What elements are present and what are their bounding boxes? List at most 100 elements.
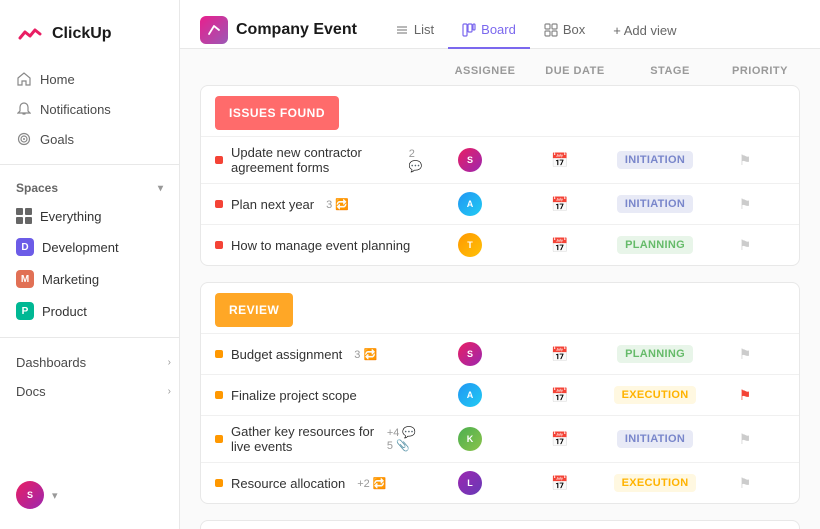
group-header-review: REVIEW — [215, 293, 293, 327]
task-name-cell: Gather key resources for live events +4 … — [215, 424, 425, 454]
status-cell: EXECUTION — [605, 386, 705, 404]
tab-board[interactable]: Board — [448, 12, 530, 49]
priority-cell: ⚑ — [705, 346, 785, 363]
sidebar-item-marketing[interactable]: M Marketing — [0, 263, 179, 295]
sidebar-development-label: Development — [42, 240, 119, 255]
view-tabs: List Board Box + Add view — [381, 12, 691, 48]
task-priority-dot — [215, 391, 223, 399]
task-avatar: K — [458, 427, 482, 451]
group-review: REVIEW Budget assignment 3 🔁 S 📅 PLANNIN… — [200, 282, 800, 504]
col-header-stage: STAGE — [620, 65, 720, 77]
flag-icon: ⚑ — [739, 431, 752, 448]
status-cell: PLANNING — [605, 345, 705, 363]
spaces-label: Spaces — [16, 181, 58, 195]
status-cell: INITIATION — [605, 195, 705, 213]
sidebar-item-notifications[interactable]: Notifications — [8, 94, 171, 124]
calendar-icon: 📅 — [551, 152, 568, 169]
task-name: Plan next year — [231, 197, 314, 212]
sidebar-item-everything[interactable]: Everything — [0, 201, 179, 231]
task-avatar: L — [458, 471, 482, 495]
task-priority-dot — [215, 241, 223, 249]
status-cell: EXECUTION — [605, 474, 705, 492]
task-name: How to manage event planning — [231, 238, 410, 253]
tab-board-label: Board — [481, 22, 516, 37]
avatar[interactable]: S — [16, 481, 44, 509]
task-name-cell: Plan next year 3 🔁 — [215, 197, 425, 212]
task-priority-dot — [215, 200, 223, 208]
assignee-cell: K — [425, 427, 515, 451]
loop-count: 3 🔁 — [354, 348, 377, 361]
chevron-down-icon: ▾ — [158, 183, 163, 194]
table-row: Budget assignment 3 🔁 S 📅 PLANNING ⚑ — [201, 333, 799, 374]
grid-icon — [16, 208, 32, 224]
due-date-cell: 📅 — [515, 237, 605, 254]
group-ready: READY New contractor agreement R 📅 INITI… — [200, 520, 800, 529]
target-icon — [16, 131, 32, 147]
priority-cell: ⚑ — [705, 475, 785, 492]
task-name: Finalize project scope — [231, 388, 357, 403]
table-row: Plan next year 3 🔁 A 📅 INITIATION ⚑ — [201, 183, 799, 224]
sidebar-item-product[interactable]: P Product — [0, 295, 179, 327]
task-avatar: S — [458, 148, 482, 172]
board-content: ASSIGNEE DUE DATE STAGE PRIORITY ISSUES … — [180, 49, 820, 529]
task-name: Budget assignment — [231, 347, 342, 362]
project-title: Company Event — [236, 21, 357, 39]
task-name: Gather key resources for live events — [231, 424, 375, 454]
table-row: How to manage event planning T 📅 PLANNIN… — [201, 224, 799, 265]
task-name-cell: Resource allocation +2 🔁 — [215, 476, 425, 491]
assignee-cell: S — [425, 342, 515, 366]
tab-box[interactable]: Box — [530, 12, 599, 49]
sidebar-goals-label: Goals — [40, 132, 74, 147]
status-badge: EXECUTION — [614, 474, 697, 492]
col-header-due-date: DUE DATE — [530, 65, 620, 77]
extra-count: +4 💬 5 📎 — [387, 426, 425, 452]
task-name-cell: Budget assignment 3 🔁 — [215, 347, 425, 362]
sidebar-item-development[interactable]: D Development — [0, 231, 179, 263]
task-badge: +4 💬 5 📎 — [387, 426, 425, 452]
tab-list[interactable]: List — [381, 12, 448, 49]
tab-list-label: List — [414, 22, 434, 37]
status-cell: PLANNING — [605, 236, 705, 254]
sidebar-bottom: S ▾ — [0, 473, 179, 517]
assignee-cell: S — [425, 148, 515, 172]
sidebar-item-docs[interactable]: Docs › — [0, 377, 179, 406]
project-title-area: Company Event — [200, 16, 381, 44]
priority-cell: ⚑ — [705, 387, 785, 404]
assignee-cell: T — [425, 233, 515, 257]
group-header-issues: ISSUES FOUND — [215, 96, 339, 130]
table-row: Finalize project scope A 📅 EXECUTION ⚑ — [201, 374, 799, 415]
table-row: Resource allocation +2 🔁 L 📅 EXECUTION ⚑ — [201, 462, 799, 503]
calendar-icon: 📅 — [551, 237, 568, 254]
app-name: ClickUp — [52, 25, 112, 43]
sidebar-item-goals[interactable]: Goals — [8, 124, 171, 154]
add-view-button[interactable]: + Add view — [599, 13, 690, 48]
assignee-cell: L — [425, 471, 515, 495]
task-avatar: T — [458, 233, 482, 257]
calendar-icon: 📅 — [551, 196, 568, 213]
sidebar-nav: Home Notifications Goals — [0, 64, 179, 154]
task-name: Resource allocation — [231, 476, 345, 491]
priority-cell: ⚑ — [705, 196, 785, 213]
board-tab-icon — [462, 23, 476, 37]
priority-cell: ⚑ — [705, 431, 785, 448]
col-header-priority: PRIORITY — [720, 65, 800, 77]
task-badge: 3 🔁 — [326, 198, 349, 211]
flag-icon: ⚑ — [739, 346, 752, 363]
sidebar-item-home[interactable]: Home — [8, 64, 171, 94]
calendar-icon: 📅 — [551, 475, 568, 492]
sidebar-item-dashboards[interactable]: Dashboards › — [0, 348, 179, 377]
assignee-cell: A — [425, 383, 515, 407]
task-name-cell: How to manage event planning — [215, 238, 425, 253]
task-priority-dot — [215, 479, 223, 487]
sidebar-product-label: Product — [42, 304, 87, 319]
chevron-right-icon-2: › — [168, 386, 171, 397]
col-header-name — [200, 65, 440, 77]
status-cell: INITIATION — [605, 430, 705, 448]
status-cell: INITIATION — [605, 151, 705, 169]
due-date-cell: 📅 — [515, 431, 605, 448]
status-badge: PLANNING — [617, 345, 693, 363]
status-badge: INITIATION — [617, 151, 693, 169]
sidebar: ClickUp Home Notifications Goals Spaces … — [0, 0, 180, 529]
task-badge: 3 🔁 — [354, 348, 377, 361]
status-badge: INITIATION — [617, 430, 693, 448]
